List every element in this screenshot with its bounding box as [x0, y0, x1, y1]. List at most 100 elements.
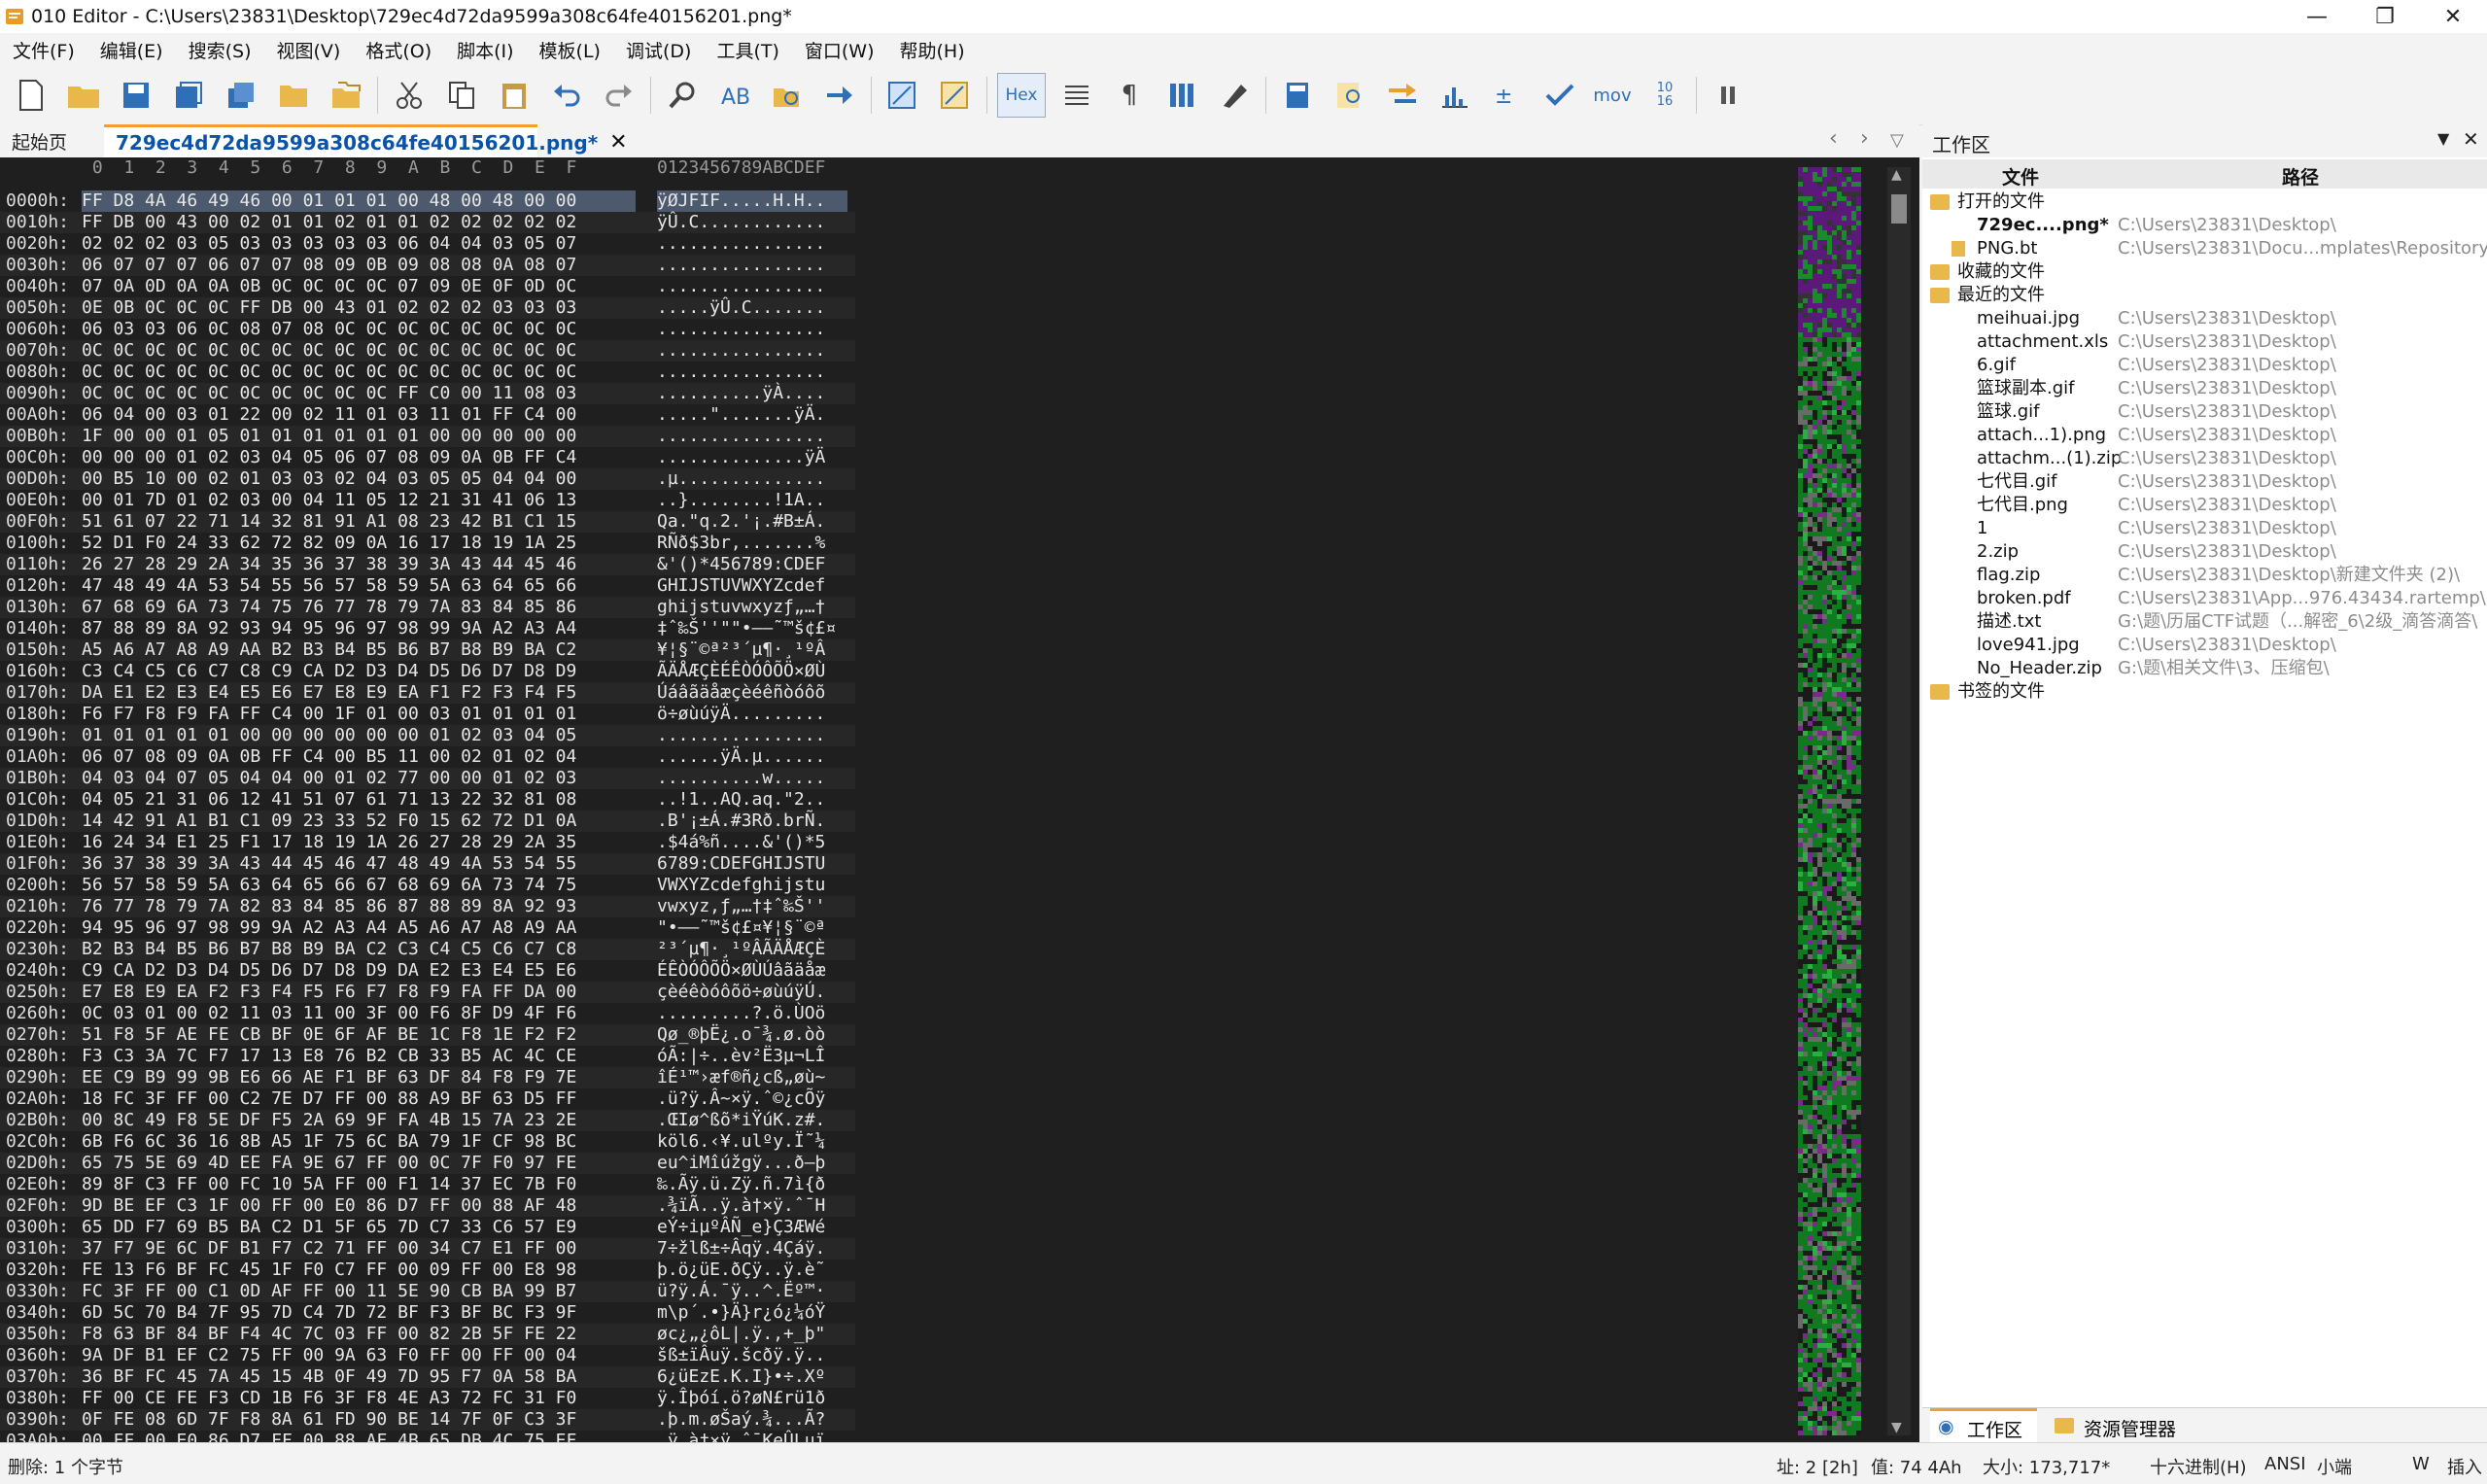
row-ascii[interactable]: ..}........!1A.. [657, 490, 847, 511]
tab-list-dropdown-icon[interactable]: ▽ [1890, 130, 1904, 151]
row-ascii[interactable]: ¥¦§¨©ª²³´µ¶·¸¹ºÂ [657, 639, 847, 661]
row-ascii[interactable]: ö÷øùúÿÄ......... [657, 704, 847, 725]
row-ascii[interactable]: 6789:CDEFGHIJSTU [657, 853, 847, 875]
row-ascii[interactable]: Úáâãäåæçèéêñòóôõ [657, 682, 847, 704]
hex-row[interactable]: 00C0h: 00 00 00 01 02 03 04 05 06 07 08 0… [0, 447, 855, 468]
tree-file[interactable]: broken.pdf C:\Users\23831\App...976.43434… [1922, 587, 2487, 610]
base-converter-button[interactable]: 10 16 [1643, 74, 1686, 117]
row-ascii[interactable]: ÃÄÅÆÇÈÉÊÒÓÔÕÖ×ØÙ [657, 661, 847, 682]
tree-file[interactable]: attach...1).png C:\Users\23831\Desktop\ [1922, 424, 2487, 447]
row-hex-bytes[interactable]: 04 05 21 31 06 12 41 51 07 61 71 13 22 3… [82, 789, 636, 811]
scroll-up-icon[interactable]: ▲ [1891, 167, 1902, 183]
tree-file[interactable]: No_Header.zip G:\题\相关文件\3、压缩包\ [1922, 657, 2487, 680]
hex-mode-button[interactable]: Hex [997, 73, 1046, 118]
tree-folder[interactable]: 打开的文件 [1922, 190, 2487, 214]
hex-row[interactable]: 02F0h: 9D BE EF C3 1F 00 FF 00 E0 86 D7 F… [0, 1195, 855, 1217]
pause-button[interactable] [1707, 74, 1749, 117]
hex-row[interactable]: 0370h: 36 BF FC 45 7A 45 15 4B 0F 49 7D 9… [0, 1366, 855, 1388]
tab-start-page[interactable]: 起始页 [12, 128, 67, 155]
row-ascii[interactable]: RÑð$3br,.......% [657, 533, 847, 554]
hex-row[interactable]: 00D0h: 00 B5 10 00 02 01 03 03 02 04 03 0… [0, 468, 855, 490]
row-ascii[interactable]: ghijstuvwxyzƒ„…† [657, 597, 847, 618]
row-ascii[interactable]: øc¿„¿ôL|.ÿ.‚+_þ" [657, 1324, 847, 1345]
hex-row[interactable]: 0080h: 0C 0C 0C 0C 0C 0C 0C 0C 0C 0C 0C 0… [0, 362, 855, 383]
tree-file[interactable]: 1 C:\Users\23831\Desktop\ [1922, 517, 2487, 540]
tab-active-file[interactable]: 729ec4d72da9599a308c64fe40156201.png* ✕ [104, 124, 628, 157]
hex-row[interactable]: 0330h: FC 3F FF 00 C1 0D AF FF 00 11 5E 9… [0, 1281, 855, 1302]
status-insert-mode[interactable]: 插入 [2447, 1454, 2482, 1479]
hex-row[interactable]: 00A0h: 06 04 00 03 01 22 00 02 11 01 03 1… [0, 404, 855, 426]
row-hex-bytes[interactable]: 37 F7 9E 6C DF B1 F7 C2 71 FF 00 34 C7 E… [82, 1238, 636, 1260]
hex-row[interactable]: 0200h: 56 57 58 59 5A 63 64 65 66 67 68 6… [0, 875, 855, 896]
row-ascii[interactable]: &'()*456789:CDEF [657, 554, 847, 575]
hex-row[interactable]: 01F0h: 36 37 38 39 3A 43 44 45 46 47 48 4… [0, 853, 855, 875]
row-hex-bytes[interactable]: 07 0A 0D 0A 0A 0B 0C 0C 0C 0C 07 09 0E 0… [82, 276, 636, 297]
row-hex-bytes[interactable]: 26 27 28 29 2A 34 35 36 37 38 39 3A 43 4… [82, 554, 636, 575]
template-button[interactable] [934, 74, 977, 117]
hex-row[interactable]: 01D0h: 14 42 91 A1 B1 C1 09 23 33 52 F0 1… [0, 811, 855, 832]
row-ascii[interactable]: .........?.ö.ÙOö [657, 1003, 847, 1024]
hex-row[interactable]: 00F0h: 51 61 07 22 71 14 32 81 91 A1 08 2… [0, 511, 855, 533]
hex-row[interactable]: 0130h: 67 68 69 6A 73 74 75 76 77 78 79 7… [0, 597, 855, 618]
column-path[interactable]: 路径 [2282, 163, 2319, 190]
hex-row[interactable]: 0000h: FF D8 4A 46 49 46 00 01 01 01 00 4… [0, 190, 855, 212]
hex-row[interactable]: 0150h: A5 A6 A7 A8 A9 AA B2 B3 B4 B5 B6 B… [0, 639, 855, 661]
row-ascii[interactable]: ................ [657, 255, 847, 276]
tree-file[interactable]: love941.jpg C:\Users\23831\Desktop\ [1922, 634, 2487, 657]
row-hex-bytes[interactable]: FC 3F FF 00 C1 0D AF FF 00 11 5E 90 CB B… [82, 1281, 636, 1302]
row-hex-bytes[interactable]: 0C 0C 0C 0C 0C 0C 0C 0C 0C 0C FF C0 00 1… [82, 383, 636, 404]
hex-row[interactable]: 00B0h: 1F 00 00 01 05 01 01 01 01 01 01 0… [0, 426, 855, 447]
hex-row[interactable]: 01B0h: 04 03 04 07 05 04 04 00 01 02 77 0… [0, 768, 855, 789]
hex-row[interactable]: 0240h: C9 CA D2 D3 D4 D5 D6 D7 D8 D9 DA E… [0, 960, 855, 982]
row-ascii[interactable]: ü?ÿ.Á.¯ÿ..^.Ëº™· [657, 1281, 847, 1302]
hex-row[interactable]: 0140h: 87 88 89 8A 92 93 94 95 96 97 98 9… [0, 618, 855, 639]
row-ascii[interactable]: .µ.............. [657, 468, 847, 490]
paste-button[interactable] [493, 74, 535, 117]
row-hex-bytes[interactable]: 0E 0B 0C 0C 0C FF DB 00 43 01 02 02 02 0… [82, 297, 636, 319]
find-in-files-button[interactable] [766, 74, 809, 117]
row-ascii[interactable]: "•–—˜™š¢£¤¥¦§¨©ª [657, 917, 847, 939]
row-ascii[interactable]: ..!1..AQ.aq."2.. [657, 789, 847, 811]
row-hex-bytes[interactable]: F6 F7 F8 F9 FA FF C4 00 1F 01 00 03 01 0… [82, 704, 636, 725]
row-ascii[interactable]: .B'¡±Á.#3Rð.brÑ. [657, 811, 847, 832]
hex-row[interactable]: 0260h: 0C 03 01 00 02 11 03 11 00 3F 00 F… [0, 1003, 855, 1024]
row-hex-bytes[interactable]: 00 B5 10 00 02 01 03 03 02 04 03 05 05 0… [82, 468, 636, 490]
cut-button[interactable] [388, 74, 431, 117]
menu-search[interactable]: 搜索(S) [176, 37, 264, 63]
row-ascii[interactable]: šß±ïÂuÿ.šcðÿ.ÿ.. [657, 1345, 847, 1366]
tree-file[interactable]: attachm...(1).zip C:\Users\23831\Desktop\ [1922, 447, 2487, 470]
row-hex-bytes[interactable]: 00 8C 49 F8 5E DF F5 2A 69 9F FA 4B 15 7… [82, 1110, 636, 1131]
row-hex-bytes[interactable]: 9A DF B1 EF C2 75 FF 00 9A 63 F0 FF 00 F… [82, 1345, 636, 1366]
hex-row[interactable]: 0250h: E7 E8 E9 EA F2 F3 F4 F5 F6 F7 F8 F… [0, 982, 855, 1003]
menu-script[interactable]: 脚本(I) [444, 37, 526, 63]
menu-file[interactable]: 文件(F) [0, 37, 87, 63]
hex-row[interactable]: 0040h: 07 0A 0D 0A 0A 0B 0C 0C 0C 0C 07 0… [0, 276, 855, 297]
undo-button[interactable] [545, 74, 588, 117]
row-hex-bytes[interactable]: 18 FC 3F FF 00 C2 7E D7 FF 00 88 A9 BF 6… [82, 1088, 636, 1110]
save-button[interactable] [115, 74, 157, 117]
row-hex-bytes[interactable]: 02 02 02 03 05 03 03 03 03 03 06 04 04 0… [82, 233, 636, 255]
new-file-button[interactable] [10, 74, 52, 117]
save-as-button[interactable] [167, 74, 210, 117]
row-hex-bytes[interactable]: 0F FE 08 6D 7F F8 8A 61 FD 90 BE 14 7F 0… [82, 1409, 636, 1431]
row-hex-bytes[interactable]: 00 01 7D 01 02 03 00 04 11 05 12 21 31 4… [82, 490, 636, 511]
tree-file[interactable]: 6.gif C:\Users\23831\Desktop\ [1922, 354, 2487, 377]
file-minimap[interactable] [1798, 167, 1862, 1435]
menu-edit[interactable]: 编辑(E) [87, 37, 176, 63]
hex-row[interactable]: 0090h: 0C 0C 0C 0C 0C 0C 0C 0C 0C 0C FF C… [0, 383, 855, 404]
row-ascii[interactable]: eu^iMîúžgÿ...ð—þ [657, 1153, 847, 1174]
row-ascii[interactable]: ................ [657, 426, 847, 447]
row-ascii[interactable]: óÃ:|÷..èv²Ë3µ¬LÎ [657, 1046, 847, 1067]
menu-view[interactable]: 视图(V) [264, 37, 354, 63]
hex-row[interactable]: 0050h: 0E 0B 0C 0C 0C FF DB 00 43 01 02 0… [0, 297, 855, 319]
row-hex-bytes[interactable]: B2 B3 B4 B5 B6 B7 B8 B9 BA C2 C3 C4 C5 C… [82, 939, 636, 960]
hex-row[interactable]: 01C0h: 04 05 21 31 06 12 41 51 07 61 71 1… [0, 789, 855, 811]
hex-row[interactable]: 0070h: 0C 0C 0C 0C 0C 0C 0C 0C 0C 0C 0C 0… [0, 340, 855, 362]
status-mode[interactable]: 十六进制(H) [2150, 1454, 2247, 1479]
hex-row[interactable]: 0270h: 51 F8 5F AE FE CB BF 0E 6F AF BE 1… [0, 1024, 855, 1046]
tree-file[interactable]: 篮球副本.gif C:\Users\23831\Desktop\ [1922, 377, 2487, 400]
hex-row[interactable]: 0220h: 94 95 96 97 98 99 9A A2 A3 A4 A5 A… [0, 917, 855, 939]
tree-file[interactable]: attachment.xls C:\Users\23831\Desktop\ [1922, 330, 2487, 354]
row-hex-bytes[interactable]: FF 00 CE FE F3 CD 1B F6 3F F8 4E A3 72 F… [82, 1388, 636, 1409]
bookmark-button[interactable] [881, 74, 924, 117]
